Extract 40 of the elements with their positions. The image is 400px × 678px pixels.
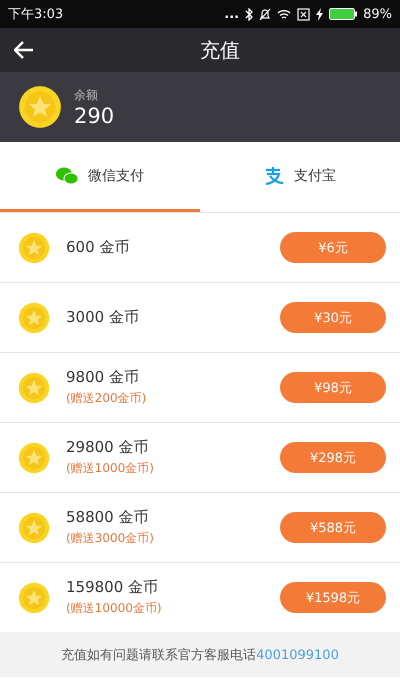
price-button[interactable]: ¥30元 [280, 302, 386, 333]
charging-icon [316, 8, 324, 20]
status-time: 下午3:03 [8, 6, 64, 23]
coin-icon [18, 582, 50, 614]
battery-icon [329, 8, 358, 20]
price-button[interactable]: ¥588元 [280, 512, 386, 543]
coin-amount: 58800 金币 [66, 508, 150, 527]
wifi-icon [277, 8, 292, 20]
back-arrow-icon [14, 41, 34, 59]
coin-amount: 600 金币 [66, 238, 130, 257]
coin-amount: 159800 金币 [66, 578, 160, 597]
price-button[interactable]: ¥6元 [280, 232, 386, 263]
bonus-note: (赠送200金币) [66, 390, 148, 407]
bluetooth-icon [245, 8, 254, 20]
balance-value: 290 [74, 104, 114, 128]
coin-amount: 29800 金币 [66, 438, 150, 457]
price-button[interactable]: ¥1598元 [280, 582, 386, 613]
battery-percent: 89% [363, 6, 392, 22]
chat-bubbles-icon [56, 166, 78, 184]
coin-icon [18, 512, 50, 544]
balance-label: 余额 [74, 86, 99, 104]
muted-bell-icon [259, 8, 272, 20]
coin-amount: 3000 金币 [66, 308, 140, 327]
coin-icon [18, 85, 62, 129]
coin-icon [18, 442, 50, 474]
page-title: 充值 [200, 38, 240, 62]
price-button[interactable]: ¥298元 [280, 442, 386, 473]
phone-link[interactable]: 4001099100 [256, 648, 339, 662]
help-text: 充值如有问题请联系官方客服电话4001099100 [61, 646, 339, 664]
alipay-icon [264, 166, 284, 184]
price-button[interactable]: ¥98元 [280, 372, 386, 403]
coin-icon [18, 302, 50, 334]
bonus-note: (赠送1000金币) [66, 460, 155, 477]
coin-icon [18, 232, 50, 264]
more-dots: ... [224, 6, 240, 22]
coin-icon [18, 372, 50, 404]
coin-amount: 9800 金币 [66, 368, 140, 387]
sim-icon [297, 8, 310, 20]
bonus-note: (赠送10000金币) [66, 600, 163, 617]
bonus-note: (赠送3000金币) [66, 530, 155, 547]
